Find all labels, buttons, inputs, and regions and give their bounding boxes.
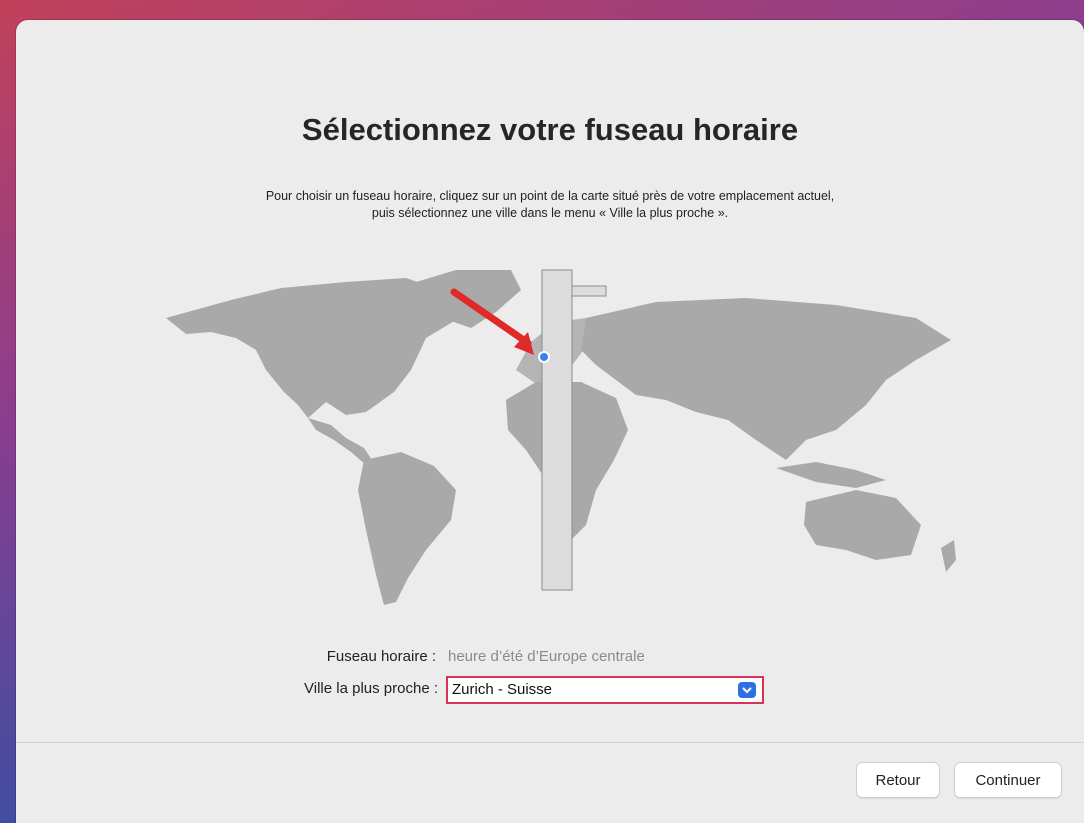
continue-button[interactable]: Continuer — [954, 762, 1062, 798]
closest-city-value: Zurich - Suisse — [452, 681, 553, 698]
setup-window: Sélectionnez votre fuseau horaire Pour c… — [16, 20, 1084, 823]
footer-divider — [16, 742, 1084, 743]
map-north-america — [166, 278, 456, 418]
map-central-america — [308, 418, 372, 465]
closest-city-select[interactable]: Zurich - Suisse — [446, 676, 764, 704]
timezone-band-tab — [571, 285, 607, 297]
world-timezone-map[interactable] — [16, 20, 1084, 640]
map-south-america — [358, 452, 456, 605]
timezone-value: heure d’été d’Europe centrale — [448, 648, 645, 665]
map-australia — [804, 490, 921, 560]
closest-city-label: Ville la plus proche : — [304, 680, 438, 697]
map-asia — [581, 298, 951, 460]
map-new-zealand — [941, 540, 956, 572]
timezone-label: Fuseau horaire : — [326, 648, 436, 665]
timezone-band — [541, 269, 573, 591]
location-dot — [538, 351, 550, 363]
chevron-down-icon[interactable] — [738, 682, 756, 698]
back-button[interactable]: Retour — [856, 762, 940, 798]
map-indonesia — [776, 462, 886, 488]
